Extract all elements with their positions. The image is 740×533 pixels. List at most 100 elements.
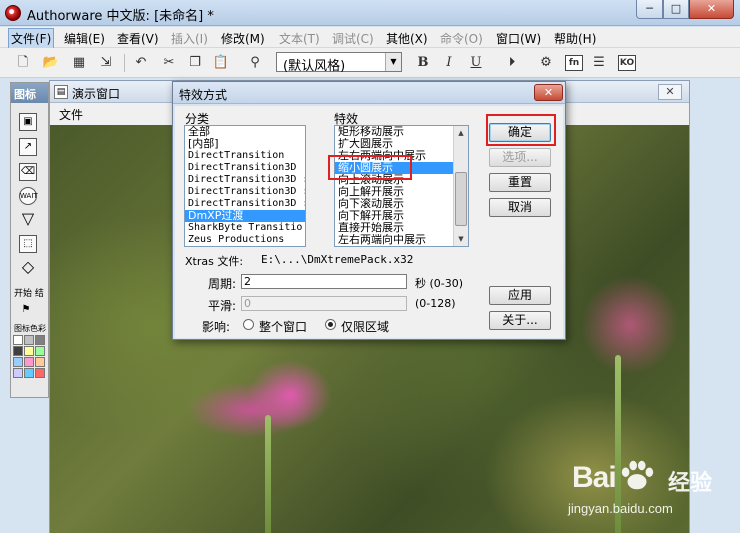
- find-icon[interactable]: ⚲: [246, 54, 264, 72]
- list-item[interactable]: 全部: [185, 126, 305, 138]
- list-item[interactable]: DirectTransition3D :: [185, 186, 305, 198]
- menu-modify[interactable]: 修改(M): [221, 30, 265, 47]
- list-item[interactable]: 向上滚动展示: [335, 174, 468, 186]
- reset-button[interactable]: 重置: [489, 173, 551, 192]
- text-style-combo[interactable]: (默认风格) ▼: [276, 52, 402, 74]
- effects-scrollbar[interactable]: ▲ ▼: [453, 126, 468, 246]
- options-button[interactable]: 选项...: [489, 148, 551, 167]
- radio-area-only-label[interactable]: 仅限区域: [341, 318, 389, 335]
- list-item[interactable]: 直接开始展示: [335, 222, 468, 234]
- list-item-selected[interactable]: 缩小圆展示: [335, 162, 468, 174]
- color-swatch[interactable]: [35, 368, 45, 378]
- list-item[interactable]: 矩形移动展示: [335, 126, 468, 138]
- chevron-down-icon[interactable]: ▼: [385, 53, 401, 71]
- bold-button[interactable]: B: [414, 54, 432, 72]
- presentation-close-button[interactable]: ✕: [658, 84, 682, 100]
- menu-command[interactable]: 命令(O): [440, 30, 483, 47]
- palette-title[interactable]: 图标: [11, 83, 48, 103]
- framework-icon[interactable]: ⬚: [19, 235, 37, 253]
- list-item[interactable]: 扩大圆展示: [335, 138, 468, 150]
- function-window-button[interactable]: fn: [565, 55, 583, 71]
- display-icon[interactable]: ▣: [19, 113, 37, 131]
- dialog-close-button[interactable]: ✕: [534, 84, 563, 101]
- save-all-icon[interactable]: ▦: [70, 54, 88, 72]
- scroll-up-icon[interactable]: ▲: [454, 126, 468, 140]
- smooth-input[interactable]: 0: [241, 296, 407, 311]
- watermark-brand-cn: 经验: [668, 471, 713, 496]
- color-swatch[interactable]: [13, 357, 23, 367]
- menu-edit[interactable]: 编辑(E): [64, 30, 105, 47]
- decision-icon[interactable]: ◇: [19, 259, 37, 277]
- color-swatch[interactable]: [24, 346, 34, 356]
- transition-effect-dialog: 特效方式 ✕ 分类 特效 全部 [内部] DirectTransition Di…: [172, 81, 566, 340]
- menu-view[interactable]: 查看(V): [117, 30, 159, 47]
- start-flag-icon[interactable]: ⚑: [17, 302, 35, 320]
- undo-icon[interactable]: ↶: [132, 54, 150, 72]
- list-item[interactable]: 向下解开展示: [335, 210, 468, 222]
- wait-icon[interactable]: WAIT: [19, 187, 38, 205]
- list-item[interactable]: Zeus Productions: [185, 234, 305, 246]
- list-item[interactable]: [内部]: [185, 138, 305, 150]
- period-input[interactable]: 2: [241, 274, 407, 289]
- color-swatch[interactable]: [24, 335, 34, 345]
- list-item[interactable]: 向下滚动展示: [335, 198, 468, 210]
- color-swatch[interactable]: [13, 335, 23, 345]
- list-item[interactable]: DirectTransition3D: [185, 162, 305, 174]
- color-swatch[interactable]: [35, 357, 45, 367]
- variables-icon[interactable]: ☰: [590, 54, 608, 72]
- menu-file[interactable]: 文件(F): [8, 28, 55, 49]
- ok-button[interactable]: 确定: [489, 123, 551, 142]
- list-item[interactable]: DirectTransition: [185, 150, 305, 162]
- scroll-thumb[interactable]: [455, 172, 467, 226]
- minimize-button[interactable]: ─: [636, 0, 663, 19]
- menu-text[interactable]: 文本(T): [279, 30, 320, 47]
- run-icon[interactable]: ⏵: [503, 54, 521, 72]
- authorware-app-icon[interactable]: [5, 5, 21, 21]
- import-icon[interactable]: ⇲: [97, 54, 115, 72]
- radio-area-only[interactable]: [325, 319, 336, 330]
- menu-debug[interactable]: 调试(C): [332, 30, 374, 47]
- color-swatch[interactable]: [13, 368, 23, 378]
- list-item-selected[interactable]: DmXP过渡: [185, 210, 305, 222]
- menu-help[interactable]: 帮助(H): [554, 30, 596, 47]
- color-swatch[interactable]: [24, 357, 34, 367]
- color-swatch[interactable]: [35, 346, 45, 356]
- new-file-icon[interactable]: 🗋: [14, 54, 32, 72]
- open-file-icon[interactable]: 📂: [42, 54, 60, 72]
- erase-icon[interactable]: ⌫: [19, 163, 37, 181]
- underline-button[interactable]: U: [467, 54, 485, 72]
- close-button[interactable]: ✕: [689, 0, 734, 19]
- control-panel-icon[interactable]: ⚙: [537, 54, 555, 72]
- about-button[interactable]: 关于...: [489, 311, 551, 330]
- maximize-button[interactable]: □: [663, 0, 689, 19]
- color-swatch[interactable]: [35, 335, 45, 345]
- cut-icon[interactable]: ✂: [160, 54, 178, 72]
- paste-icon[interactable]: 📋: [212, 54, 230, 72]
- list-item[interactable]: DirectTransition3D :: [185, 174, 305, 186]
- motion-icon[interactable]: ↗: [19, 138, 37, 156]
- radio-whole-window-label[interactable]: 整个窗口: [259, 318, 307, 335]
- list-item[interactable]: 左右两端向中展示: [335, 234, 468, 246]
- menu-window[interactable]: 窗口(W): [496, 30, 541, 47]
- menu-insert[interactable]: 插入(I): [171, 30, 208, 47]
- scroll-down-icon[interactable]: ▼: [454, 232, 468, 246]
- knowledge-objects-button[interactable]: KO: [618, 55, 636, 71]
- color-swatch[interactable]: [13, 346, 23, 356]
- baidu-watermark: Bai 经验 jingyan.baidu.com: [568, 455, 740, 533]
- list-item[interactable]: DirectTransition3D :: [185, 198, 305, 210]
- cancel-button[interactable]: 取消: [489, 198, 551, 217]
- navigate-icon[interactable]: ▽: [19, 211, 37, 229]
- copy-icon[interactable]: ❐: [186, 54, 204, 72]
- radio-whole-window[interactable]: [243, 319, 254, 330]
- presentation-menu-file[interactable]: 文件: [59, 106, 83, 123]
- italic-button[interactable]: I: [440, 54, 458, 72]
- color-swatch[interactable]: [24, 368, 34, 378]
- effects-list[interactable]: 矩形移动展示 扩大圆展示 左右两端向中展示 缩小圆展示 向上滚动展示 向上解开展…: [334, 125, 469, 247]
- list-item[interactable]: SharkByte Transitio: [185, 222, 305, 234]
- apply-button[interactable]: 应用: [489, 286, 551, 305]
- affect-label: 影响:: [202, 320, 231, 334]
- list-item[interactable]: 左右两端向中展示: [335, 150, 468, 162]
- category-list[interactable]: 全部 [内部] DirectTransition DirectTransitio…: [184, 125, 306, 247]
- menu-other[interactable]: 其他(X): [386, 30, 428, 47]
- list-item[interactable]: 向上解开展示: [335, 186, 468, 198]
